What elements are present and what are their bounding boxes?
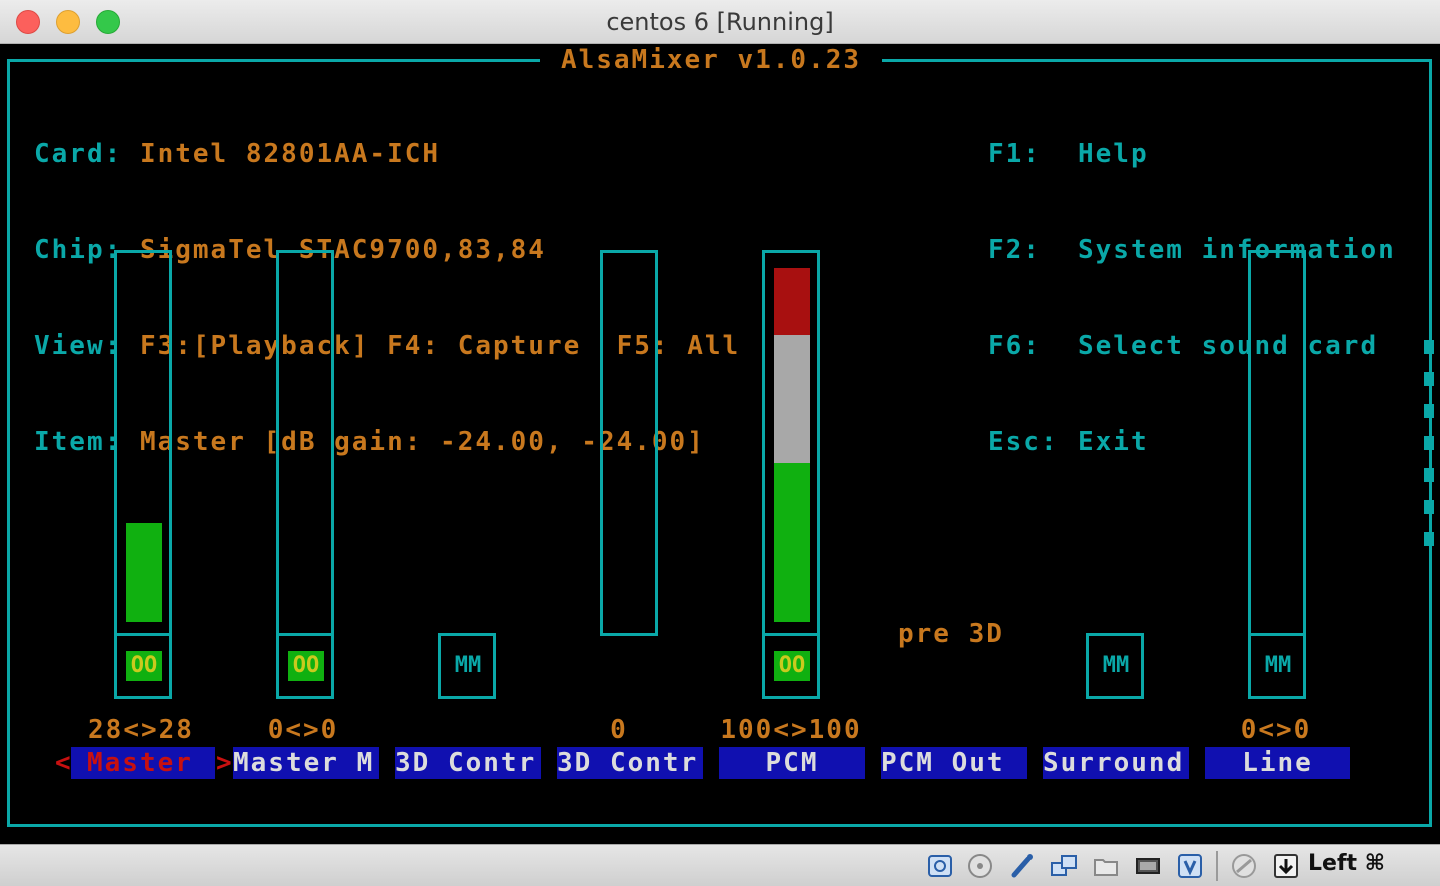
scroll-indicator-dot (1424, 404, 1434, 418)
display-icon[interactable] (1134, 853, 1162, 879)
key-help-row[interactable]: Esc: Exit (988, 426, 1396, 458)
pcm-mute-box[interactable]: OO (762, 633, 820, 699)
3d-control-switch-label: MM (454, 653, 482, 678)
hard-disk-icon[interactable] (926, 853, 954, 879)
window-title: centos 6 [Running] (606, 8, 834, 36)
channel-name-line[interactable]: Line (1205, 747, 1350, 779)
scroll-indicator-dot (1424, 468, 1434, 482)
channel-name-master-mono[interactable]: Master M (233, 747, 379, 779)
master-mono-volume-label: 0<>0 (267, 715, 339, 745)
line-mute-box[interactable]: MM (1248, 633, 1306, 699)
3d-control-volume-label: 0 (610, 715, 628, 745)
line-volume-label: 0<>0 (1240, 715, 1312, 745)
key-f6-label: Select sound card (1078, 331, 1379, 361)
item-key: Item: (34, 427, 123, 457)
master-mono-mute-box[interactable]: OO (276, 633, 334, 699)
mouse-integration-icon[interactable] (1230, 853, 1258, 879)
download-icon[interactable] (1272, 853, 1300, 879)
pcm-volume-fill-red (774, 268, 810, 336)
master-mute-box[interactable]: OO (114, 633, 172, 699)
key-f1-label: Help (1078, 139, 1149, 169)
channel-name-master[interactable]: Master (71, 747, 215, 779)
network-icon[interactable] (1050, 853, 1078, 879)
pcm-volume-label: 100<>100 (720, 715, 862, 745)
master-mono-volume-bar[interactable] (276, 250, 334, 636)
key-f2: F2: (988, 235, 1041, 265)
master-volume-fill (126, 522, 162, 622)
shared-folder-icon[interactable] (1092, 853, 1120, 879)
virtualbox-icon[interactable] (1176, 853, 1204, 879)
card-key: Card: (34, 139, 123, 169)
selected-marker-left: < (55, 748, 71, 778)
master-mute-label: OO (126, 651, 162, 681)
pcm-volume-fill-green (774, 462, 810, 622)
optical-drive-icon[interactable] (966, 853, 994, 879)
key-f2-label: System information (1078, 235, 1396, 265)
scroll-indicator-dot (1424, 500, 1434, 514)
pcm-mute-label: OO (774, 651, 810, 681)
master-mono-mute-label: OO (288, 651, 324, 681)
channel-name-pcm-out[interactable]: PCM Out (881, 747, 1027, 779)
key-esc: Esc: (988, 427, 1059, 457)
channel-name-pcm[interactable]: PCM (719, 747, 865, 779)
scroll-indicator-dot (1424, 532, 1434, 546)
chip-key: Chip: (34, 235, 123, 265)
key-esc-label: Exit (1078, 427, 1149, 457)
view-key: View: (34, 331, 123, 361)
statusbar-separator (1216, 851, 1218, 881)
pcm-volume-bar[interactable] (762, 250, 820, 636)
scroll-indicator-dot (1424, 436, 1434, 450)
scroll-indicator-dot (1424, 340, 1434, 354)
master-volume-bar[interactable] (114, 250, 172, 636)
app-title: AlsaMixer v1.0.23 (540, 45, 882, 75)
window-titlebar: centos 6 [Running] (0, 0, 1440, 44)
pre-3d-label: pre 3D (898, 619, 1004, 649)
host-key-label: Left ⌘ (1308, 851, 1386, 876)
vm-statusbar: Left ⌘ (0, 844, 1440, 886)
surround-switch-box[interactable]: MM (1086, 633, 1144, 699)
master-volume-label: 28<>28 (88, 715, 194, 745)
channel-name-surround[interactable]: Surround (1043, 747, 1189, 779)
usb-icon[interactable] (1008, 853, 1036, 879)
3d-control-switch-box[interactable]: MM (438, 633, 496, 699)
card-value: Intel 82801AA-ICH (139, 139, 441, 169)
key-f6: F6: (988, 331, 1041, 361)
3d-control-level-bar[interactable] (600, 250, 658, 636)
line-mute-label: MM (1264, 653, 1292, 678)
selected-marker-right: > (216, 748, 232, 778)
key-help-row[interactable]: F6: Select sound card (988, 330, 1396, 362)
surround-switch-label: MM (1102, 653, 1130, 678)
key-help-row[interactable]: F1: Help (988, 138, 1396, 170)
channel-name-3d-control-1[interactable]: 3D Contr (395, 747, 541, 779)
key-f1: F1: (988, 139, 1041, 169)
pcm-volume-fill-white (774, 335, 810, 463)
key-help-row[interactable]: F2: System information (988, 234, 1396, 266)
key-help: F1: Help F2: System information F6: Select … (988, 74, 1396, 522)
terminal-screen[interactable]: AlsaMixer v1.0.23 Card: Intel 82801AA-IC… (0, 44, 1440, 844)
scroll-indicator-dot (1424, 372, 1434, 386)
line-volume-bar[interactable] (1248, 250, 1306, 636)
chip-value: SigmaTel STAC9700,83,84 (139, 235, 546, 265)
channel-name-3d-control-2[interactable]: 3D Contr (557, 747, 703, 779)
